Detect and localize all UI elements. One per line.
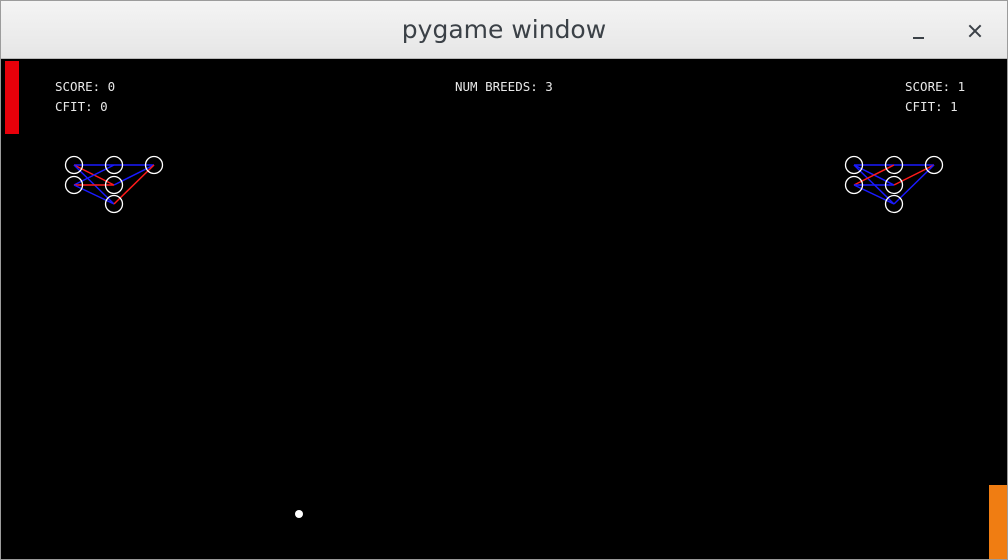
title-bar[interactable]: pygame window bbox=[1, 1, 1007, 59]
game-canvas: SCORE: 0 CFIT: 0 NUM BREEDS: 3 SCORE: 1 CF… bbox=[1, 59, 1007, 559]
right-network-connections bbox=[853, 164, 935, 205]
ball bbox=[295, 510, 303, 518]
left-paddle bbox=[5, 61, 19, 134]
right-neural-network bbox=[844, 155, 944, 214]
right-score-text: SCORE: 1 bbox=[905, 79, 966, 94]
left-network-connections bbox=[73, 164, 155, 205]
minimize-button[interactable] bbox=[905, 17, 931, 43]
close-button[interactable] bbox=[962, 17, 988, 43]
left-neural-network bbox=[64, 155, 164, 214]
right-score-panel: SCORE: 1 CFIT: 1 bbox=[905, 77, 965, 117]
window-title: pygame window bbox=[401, 15, 607, 44]
right-paddle bbox=[989, 485, 1007, 559]
minimize-icon bbox=[913, 37, 924, 39]
pygame-window: pygame window SCORE: 0 CFIT: 0 NUM BREEDS… bbox=[0, 0, 1008, 560]
left-score-text: SCORE: 0 bbox=[55, 79, 116, 94]
left-score-panel: SCORE: 0 CFIT: 0 bbox=[55, 77, 115, 117]
num-breeds-text: NUM BREEDS: 3 bbox=[455, 79, 553, 94]
left-cfit-text: CFIT: 0 bbox=[55, 99, 108, 114]
right-cfit-text: CFIT: 1 bbox=[905, 99, 958, 114]
